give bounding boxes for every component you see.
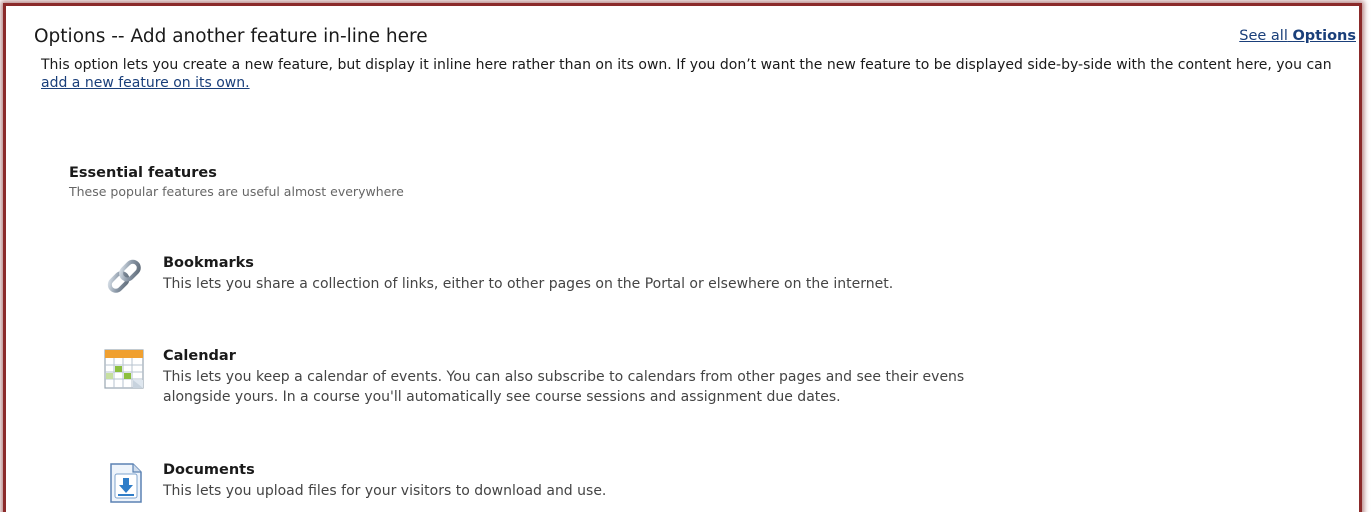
feature-title-calendar: Calendar	[163, 348, 236, 364]
feature-description-calendar: This lets you keep a calendar of events.…	[163, 367, 1163, 407]
see-all-prefix: See all	[1239, 28, 1288, 44]
options-panel: Options -- Add another feature in-line h…	[3, 3, 1362, 512]
feature-description-calendar-line2: alongside yours. In a course you'll auto…	[163, 389, 841, 405]
add-feature-own-link[interactable]: add a new feature on its own.	[41, 75, 250, 91]
document-download-icon	[103, 462, 147, 506]
feature-title-documents: Documents	[163, 462, 255, 478]
page-title: Options -- Add another feature in-line h…	[34, 26, 428, 47]
description-text: This option lets you create a new featur…	[41, 57, 1332, 73]
section-title: Essential features	[69, 165, 217, 181]
feature-title-bookmarks: Bookmarks	[163, 255, 254, 271]
feature-description-bookmarks: This lets you share a collection of link…	[163, 276, 894, 292]
panel-description: This option lets you create a new featur…	[41, 56, 1359, 92]
see-all-options-link[interactable]: See all Options	[1239, 28, 1356, 44]
feature-description-calendar-line1: This lets you keep a calendar of events.…	[163, 369, 965, 385]
link-chain-icon	[103, 255, 147, 299]
section-subtitle: These popular features are useful almost…	[69, 184, 404, 199]
see-all-options-label: Options	[1292, 28, 1356, 44]
calendar-icon	[103, 348, 147, 392]
feature-description-documents: This lets you upload files for your visi…	[163, 483, 607, 499]
